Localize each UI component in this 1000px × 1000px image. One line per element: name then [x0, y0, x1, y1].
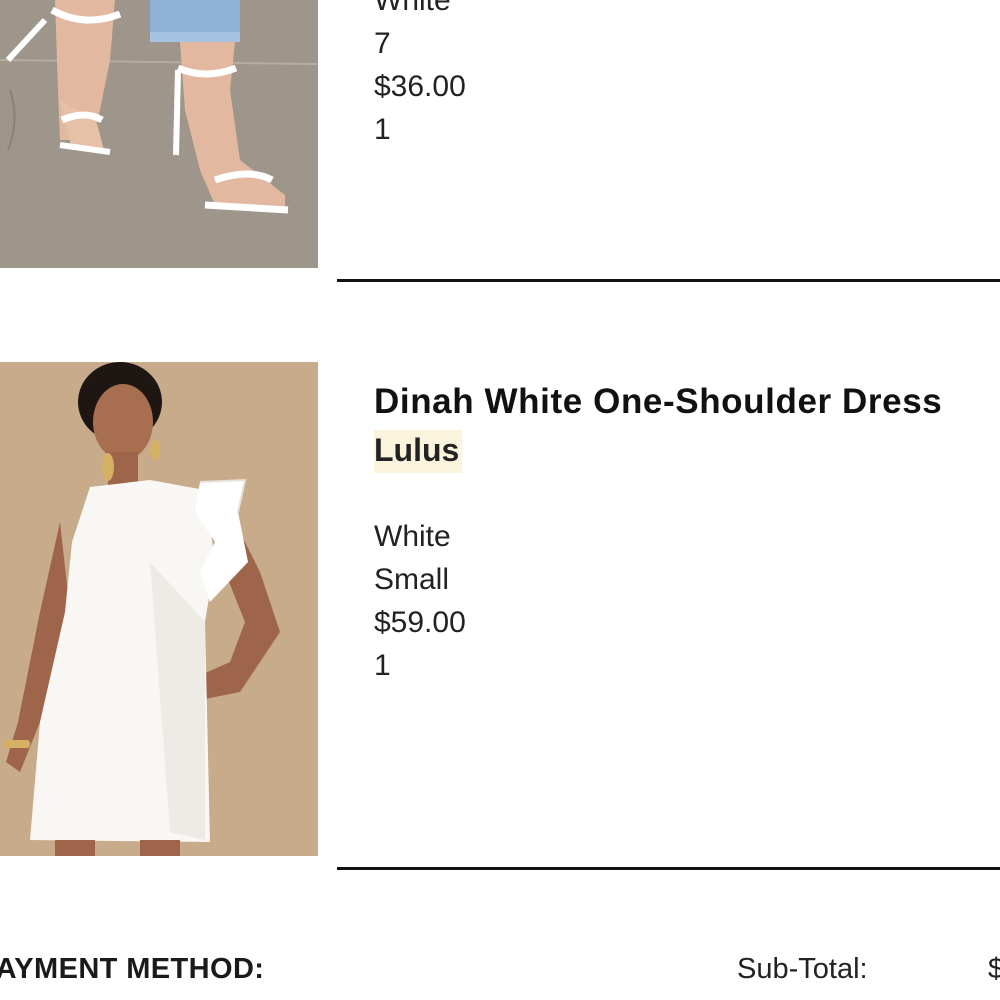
item-color: White — [374, 520, 451, 553]
subtotal-value: $ — [988, 953, 1000, 985]
item-price: $36.00 — [374, 70, 466, 103]
dress-photo — [0, 362, 318, 856]
item-size: Small — [374, 563, 450, 596]
item-price: $59.00 — [374, 606, 466, 639]
item-color: White — [374, 0, 451, 17]
order-confirmation-page: White 7 $36.00 1 Dinah White One-Shoulde… — [0, 0, 1000, 1000]
item-details-dress: White Small $59.00 1 — [374, 515, 466, 687]
payment-method-label: PAYMENT METHOD: — [0, 953, 265, 985]
sandals-photo — [0, 0, 318, 268]
subtotal-label: Sub-Total: — [737, 953, 868, 985]
item-size: 7 — [374, 27, 391, 60]
item-details-sandals: White 7 $36.00 1 — [374, 0, 466, 151]
item-divider — [337, 867, 1000, 870]
product-image-dress[interactable] — [0, 362, 318, 856]
product-image-sandals[interactable] — [0, 0, 318, 268]
item-divider — [337, 279, 1000, 282]
brand-name[interactable]: Lulus — [374, 430, 463, 473]
product-name[interactable]: Dinah White One-Shoulder Dress — [374, 382, 942, 422]
item-quantity: 1 — [374, 113, 391, 146]
item-quantity: 1 — [374, 649, 391, 682]
